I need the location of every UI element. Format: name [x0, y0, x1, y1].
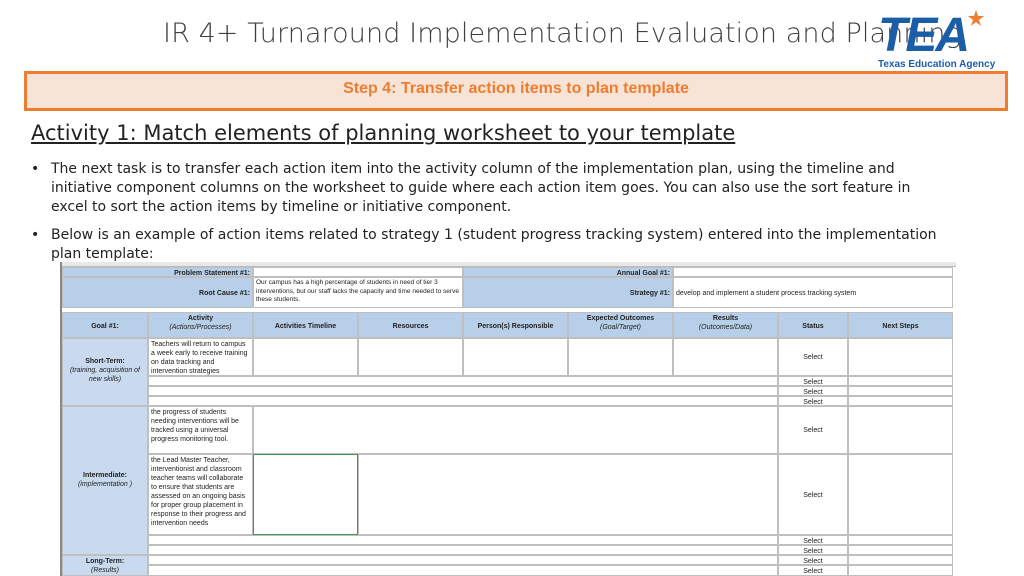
- empty-row[interactable]: [148, 376, 778, 386]
- next-steps-cell[interactable]: [848, 338, 953, 376]
- status-select[interactable]: Select: [778, 454, 848, 535]
- col-timeline: Activities Timeline: [253, 312, 358, 338]
- status-select[interactable]: Select: [778, 555, 848, 565]
- expected-cell[interactable]: [568, 338, 673, 376]
- bullet-dot: •: [31, 227, 40, 243]
- bullet-text: Below is an example of action items rela…: [51, 227, 937, 262]
- col-next-steps: Next Steps: [848, 312, 953, 338]
- results-cell[interactable]: [673, 338, 778, 376]
- empty-row[interactable]: [358, 454, 778, 535]
- empty-row[interactable]: [148, 535, 778, 545]
- strategy-cell[interactable]: develop and implement a student process …: [673, 277, 953, 308]
- bullet-item: • Below is an example of action items re…: [31, 226, 951, 264]
- next-steps-cell[interactable]: [848, 454, 953, 535]
- intermediate-sub: (implementation ): [77, 481, 133, 488]
- col-results-label: Results: [712, 315, 739, 322]
- next-steps-cell[interactable]: [848, 376, 953, 386]
- section-short-term: Short-Term: (training, acquisition of ne…: [62, 338, 148, 406]
- short-term-label: Short-Term:: [85, 358, 125, 365]
- status-select[interactable]: Select: [778, 376, 848, 386]
- col-activity-label: Activity: [187, 315, 214, 322]
- col-activity: Activity (Actions/Processes): [148, 312, 253, 338]
- bullet-dot: •: [31, 161, 40, 177]
- col-results: Results (Outcomes/Data): [673, 312, 778, 338]
- status-select[interactable]: Select: [778, 535, 848, 545]
- activity-heading: Activity 1: Match elements of planning w…: [31, 121, 736, 145]
- logo-subtitle: Texas Education Agency: [878, 59, 996, 70]
- bullet-text: The next task is to transfer each action…: [51, 161, 911, 215]
- col-resources: Resources: [358, 312, 463, 338]
- empty-row[interactable]: [253, 406, 778, 454]
- empty-row[interactable]: [148, 396, 778, 406]
- persons-cell[interactable]: [463, 338, 568, 376]
- activity-cell-3[interactable]: the Lead Master Teacher, interventionist…: [148, 454, 253, 535]
- empty-row[interactable]: [148, 386, 778, 396]
- next-steps-cell[interactable]: [848, 555, 953, 565]
- next-steps-cell[interactable]: [848, 396, 953, 406]
- root-cause-cell[interactable]: Our campus has a high percentage of stud…: [253, 277, 463, 308]
- status-select[interactable]: Select: [778, 565, 848, 576]
- timeline-cell[interactable]: [253, 338, 358, 376]
- next-steps-cell[interactable]: [848, 545, 953, 555]
- resources-cell[interactable]: [358, 338, 463, 376]
- status-select[interactable]: Select: [778, 396, 848, 406]
- selected-timeline-cell[interactable]: [253, 454, 358, 535]
- status-select[interactable]: Select: [778, 406, 848, 454]
- long-term-sub: (Results): [90, 567, 119, 574]
- next-steps-cell[interactable]: [848, 535, 953, 545]
- bullet-item: • The next task is to transfer each acti…: [31, 160, 951, 217]
- annual-goal-label: Annual Goal #1:: [463, 267, 673, 277]
- step-label: Step 4: Transfer action items to plan te…: [343, 80, 689, 97]
- next-steps-cell[interactable]: [848, 406, 953, 454]
- strategy-label: Strategy #1:: [463, 277, 673, 308]
- empty-row[interactable]: [148, 545, 778, 555]
- short-term-sub: (training, acquisition of new skills): [69, 367, 141, 383]
- step-banner: Step 4: Transfer action items to plan te…: [24, 71, 1008, 111]
- tea-logo: TEA Texas Education Agency: [874, 9, 996, 72]
- logo-wordmark: TEA: [878, 9, 970, 62]
- star-icon: [968, 10, 984, 26]
- problem-statement-label: Problem Statement #1:: [62, 267, 253, 277]
- implementation-plan-spreadsheet: Problem Statement #1: Annual Goal #1: Ro…: [60, 262, 956, 576]
- section-intermediate: Intermediate: (implementation ): [62, 406, 148, 555]
- long-term-label: Long-Term:: [85, 558, 125, 565]
- activity-cell-2[interactable]: the progress of students needing interve…: [148, 406, 253, 454]
- status-select[interactable]: Select: [778, 338, 848, 376]
- col-status: Status: [778, 312, 848, 338]
- col-goal: Goal #1:: [62, 312, 148, 338]
- intermediate-label: Intermediate:: [83, 472, 127, 479]
- empty-row[interactable]: [148, 555, 778, 565]
- col-expected: Expected Outcomes (Goal/Target): [568, 312, 673, 338]
- empty-row[interactable]: [148, 565, 778, 576]
- col-activity-sub: (Actions/Processes): [169, 324, 232, 331]
- next-steps-cell[interactable]: [848, 386, 953, 396]
- page-title: IR 4+ Turnaround Implementation Evaluati…: [163, 18, 962, 49]
- col-expected-label: Expected Outcomes: [586, 315, 655, 322]
- problem-statement-cell[interactable]: [253, 267, 463, 277]
- next-steps-cell[interactable]: [848, 565, 953, 576]
- status-select[interactable]: Select: [778, 545, 848, 555]
- root-cause-label: Root Cause #1:: [62, 277, 253, 308]
- annual-goal-cell[interactable]: [673, 267, 953, 277]
- col-expected-sub: (Goal/Target): [600, 324, 641, 331]
- status-select[interactable]: Select: [778, 386, 848, 396]
- activity-cell-1[interactable]: Teachers will return to campus a week ea…: [148, 338, 253, 376]
- col-persons: Person(s) Responsible: [463, 312, 568, 338]
- section-long-term: Long-Term: (Results): [62, 555, 148, 576]
- col-results-sub: (Outcomes/Data): [698, 324, 753, 331]
